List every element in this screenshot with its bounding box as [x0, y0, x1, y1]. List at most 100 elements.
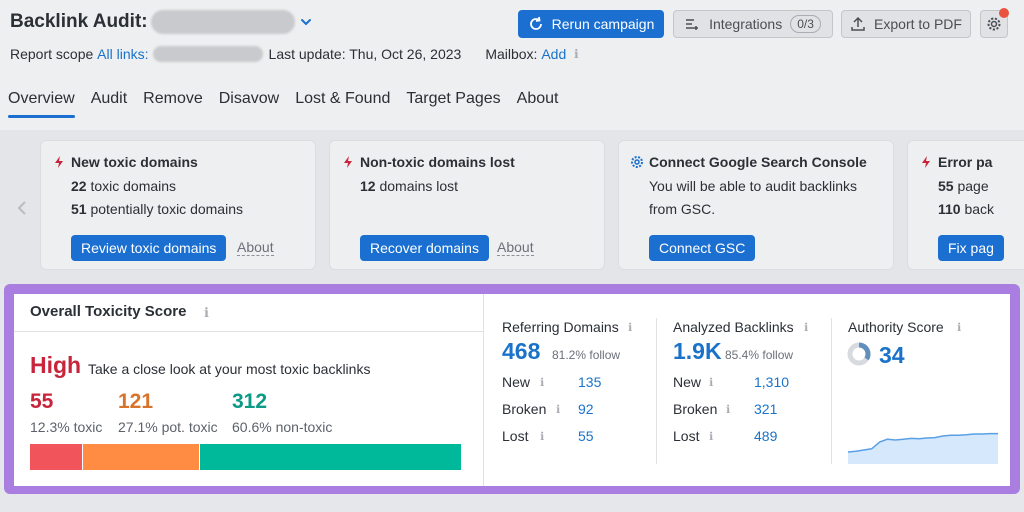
tab-disavow[interactable]: Disavow [211, 88, 287, 118]
card-title: Non-toxic domains lost [360, 154, 515, 170]
toxic-label: 12.3% toxic [30, 419, 103, 435]
card-line-text: You will be able to audit backlinks [649, 178, 858, 194]
tab-about[interactable]: About [509, 88, 567, 118]
info-icon: ℹ [540, 431, 545, 443]
toxic-count: 55 [30, 390, 54, 413]
card-line-text: from GSC. [649, 201, 716, 217]
card-line-text: potentially toxic domains [86, 201, 243, 217]
info-icon: ℹ [804, 322, 809, 334]
non-toxic-label: 60.6% non-toxic [232, 419, 333, 435]
card-line-text: domains lost [375, 178, 459, 194]
refresh-icon [529, 16, 542, 30]
info-icon: ℹ [957, 322, 962, 334]
insight-card: Connect Google Search Console You will be… [618, 140, 894, 270]
info-icon: ℹ [204, 305, 209, 320]
potential-toxic-label: 27.1% pot. toxic [118, 419, 218, 435]
integrations-icon [686, 19, 699, 30]
card-line-text: back [960, 201, 995, 217]
report-scope-row: Report scope All links: Last update: Thu… [10, 46, 582, 62]
card-count: 12 [360, 178, 376, 194]
divider [831, 318, 832, 464]
non-toxic-segment [200, 444, 462, 470]
integrations-button[interactable]: Integrations 0/3 [673, 10, 833, 38]
analyzed-backlinks-value[interactable]: 1.9K [673, 338, 722, 365]
lightning-icon [55, 156, 63, 168]
mailbox-add-link[interactable]: Add [541, 46, 566, 62]
tab-lost-found[interactable]: Lost & Found [287, 88, 398, 118]
metric-row-label: Broken [502, 401, 547, 417]
metric-row-value[interactable]: 489 [754, 428, 777, 444]
chevron-left-icon[interactable] [14, 200, 30, 216]
divider [483, 294, 484, 486]
metric-row-value[interactable]: 55 [578, 428, 594, 444]
non-toxic-count: 312 [232, 390, 268, 413]
gear-icon [987, 17, 1001, 31]
mailbox-label: Mailbox: [485, 46, 538, 62]
card-line: 12 domains lost [360, 178, 458, 194]
card-action-button[interactable]: Connect GSC [649, 235, 756, 261]
last-update: Last update: Thu, Oct 26, 2023 [268, 46, 462, 62]
card-action-button[interactable]: Recover domains [360, 235, 489, 261]
redacted-scope [152, 46, 263, 62]
card-title: New toxic domains [71, 154, 198, 170]
card-action-button[interactable]: Fix pag [938, 235, 1004, 261]
card-line: from GSC. [649, 201, 715, 217]
card-about-link[interactable]: About [237, 239, 274, 256]
metric-row-label: New [502, 374, 531, 390]
toxicity-level-text: Take a close look at your most toxic bac… [88, 361, 371, 377]
info-icon: ℹ [709, 431, 714, 443]
potential-toxic-count: 121 [118, 390, 154, 413]
scope-label: Report scope [10, 46, 94, 62]
card-line-text: toxic domains [86, 178, 177, 194]
analyzed-backlinks-title: Analyzed Backlinks [673, 319, 794, 335]
tab-overview[interactable]: Overview [0, 88, 83, 118]
authority-trend-chart [848, 432, 998, 464]
metric-row-value[interactable]: 135 [578, 374, 601, 390]
info-icon: ℹ [726, 404, 731, 416]
info-icon: ℹ [556, 404, 561, 416]
info-icon: ℹ [709, 377, 714, 389]
card-about-link[interactable]: About [497, 239, 534, 256]
info-icon: ℹ [573, 47, 579, 61]
card-line: 110 back [938, 201, 994, 217]
metric-row-value[interactable]: 321 [754, 401, 777, 417]
authority-ring-icon [847, 342, 871, 366]
tab-audit[interactable]: Audit [83, 88, 135, 118]
card-line: 51 potentially toxic domains [71, 201, 243, 217]
insight-card: New toxic domains 22 toxic domains 51 pote… [40, 140, 316, 270]
gear-icon [631, 156, 643, 168]
scope-link[interactable]: All links: [97, 46, 148, 62]
card-title: Connect Google Search Console [649, 154, 867, 170]
referring-domains-follow: 81.2% follow [552, 348, 621, 362]
card-title: Error pa [938, 154, 993, 170]
card-line-text: page [953, 178, 989, 194]
referring-domains-title: Referring Domains [502, 319, 619, 335]
card-line: You will be able to audit backlinks [649, 178, 857, 194]
metric-row-value[interactable]: 1,310 [754, 374, 789, 390]
toxicity-bar [30, 444, 462, 470]
lightning-icon [344, 156, 352, 168]
chevron-down-icon[interactable] [299, 15, 313, 29]
toxic-segment [30, 444, 84, 470]
metric-row-value[interactable]: 92 [578, 401, 594, 417]
tab-remove[interactable]: Remove [135, 88, 211, 118]
tab-target-pages[interactable]: Target Pages [398, 88, 508, 118]
notification-dot [999, 8, 1009, 18]
metric-row-label: New [673, 374, 702, 390]
tab-bar: Overview Audit Remove Disavow Lost & Found Ta… [0, 88, 566, 118]
referring-domains-value[interactable]: 468 [502, 338, 540, 365]
upload-icon [851, 16, 865, 31]
lightning-icon [922, 156, 930, 168]
info-icon: ℹ [540, 377, 545, 389]
divider [656, 318, 657, 464]
toxicity-title: Overall Toxicity Score [30, 303, 187, 320]
card-count: 55 [938, 178, 954, 194]
export-pdf-button[interactable]: Export to PDF [841, 10, 971, 38]
rerun-campaign-button[interactable]: Rerun campaign [518, 10, 664, 38]
authority-score-value: 34 [879, 342, 905, 368]
rerun-label: Rerun campaign [551, 16, 655, 32]
toxicity-header: Overall Toxicity Score ℹ [14, 294, 483, 332]
card-action-button[interactable]: Review toxic domains [71, 235, 227, 261]
metric-row-label: Lost [502, 428, 529, 444]
card-count: 51 [71, 201, 87, 217]
